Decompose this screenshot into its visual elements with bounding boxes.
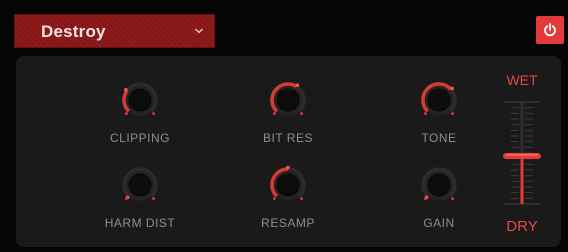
clipping-knob[interactable]	[120, 80, 160, 120]
knob-range-dot	[300, 197, 303, 200]
knob-indicator	[295, 83, 300, 88]
gain-knob[interactable]	[419, 165, 459, 205]
knob-range-dot	[125, 112, 128, 115]
preset-name: Destroy	[41, 22, 106, 41]
knob-tone: TONE	[384, 80, 494, 160]
chevron-down-icon	[195, 28, 203, 34]
knob-indicator	[286, 165, 290, 170]
dry-label: DRY	[506, 218, 538, 235]
slider-handle[interactable]	[503, 153, 541, 160]
knob-range-dot	[300, 112, 303, 115]
knob-cap	[427, 88, 451, 112]
knob-label-resamp: RESAMP	[261, 216, 315, 230]
knob-harm-dist: HARM DIST	[85, 165, 195, 245]
knob-label-tone: TONE	[421, 131, 457, 145]
knob-label-gain: GAIN	[423, 216, 455, 230]
bit-res-knob[interactable]	[268, 80, 308, 120]
slider-fill	[520, 156, 524, 204]
power-icon	[544, 23, 556, 37]
wet-label: WET	[506, 72, 538, 88]
knob-cap	[427, 173, 451, 197]
knob-range-dot	[424, 112, 427, 115]
knob-indicator	[450, 86, 454, 91]
knob-range-dot	[273, 197, 276, 200]
tone-knob[interactable]	[419, 80, 459, 120]
knob-range-dot	[152, 197, 155, 200]
knob-range-dot	[424, 197, 427, 200]
knob-cap	[128, 173, 152, 197]
knob-label-clipping: CLIPPING	[109, 131, 170, 145]
knob-label-harm-dist: HARM DIST	[104, 216, 176, 230]
knob-label-bit-res: BIT RES	[263, 131, 313, 145]
knob-range-dot	[451, 197, 454, 200]
knob-range-dot	[125, 197, 128, 200]
knob-resamp: RESAMP	[233, 165, 343, 245]
dry-wet-slider[interactable]	[500, 98, 544, 208]
power-button[interactable]	[536, 16, 564, 44]
knob-clipping: CLIPPING	[85, 80, 195, 160]
knob-cap	[276, 173, 300, 197]
harm-dist-knob[interactable]	[120, 165, 160, 205]
knob-range-dot	[152, 112, 155, 115]
knob-cap	[128, 88, 152, 112]
knob-range-dot	[273, 112, 276, 115]
knob-gain: GAIN	[384, 165, 494, 245]
knob-range-dot	[451, 112, 454, 115]
resamp-knob[interactable]	[268, 165, 308, 205]
knob-indicator	[124, 87, 128, 92]
knob-bit-res: BIT RES	[233, 80, 343, 160]
preset-select[interactable]: Destroy	[14, 14, 215, 48]
header-bar: Destroy	[0, 0, 568, 56]
knob-cap	[276, 88, 300, 112]
